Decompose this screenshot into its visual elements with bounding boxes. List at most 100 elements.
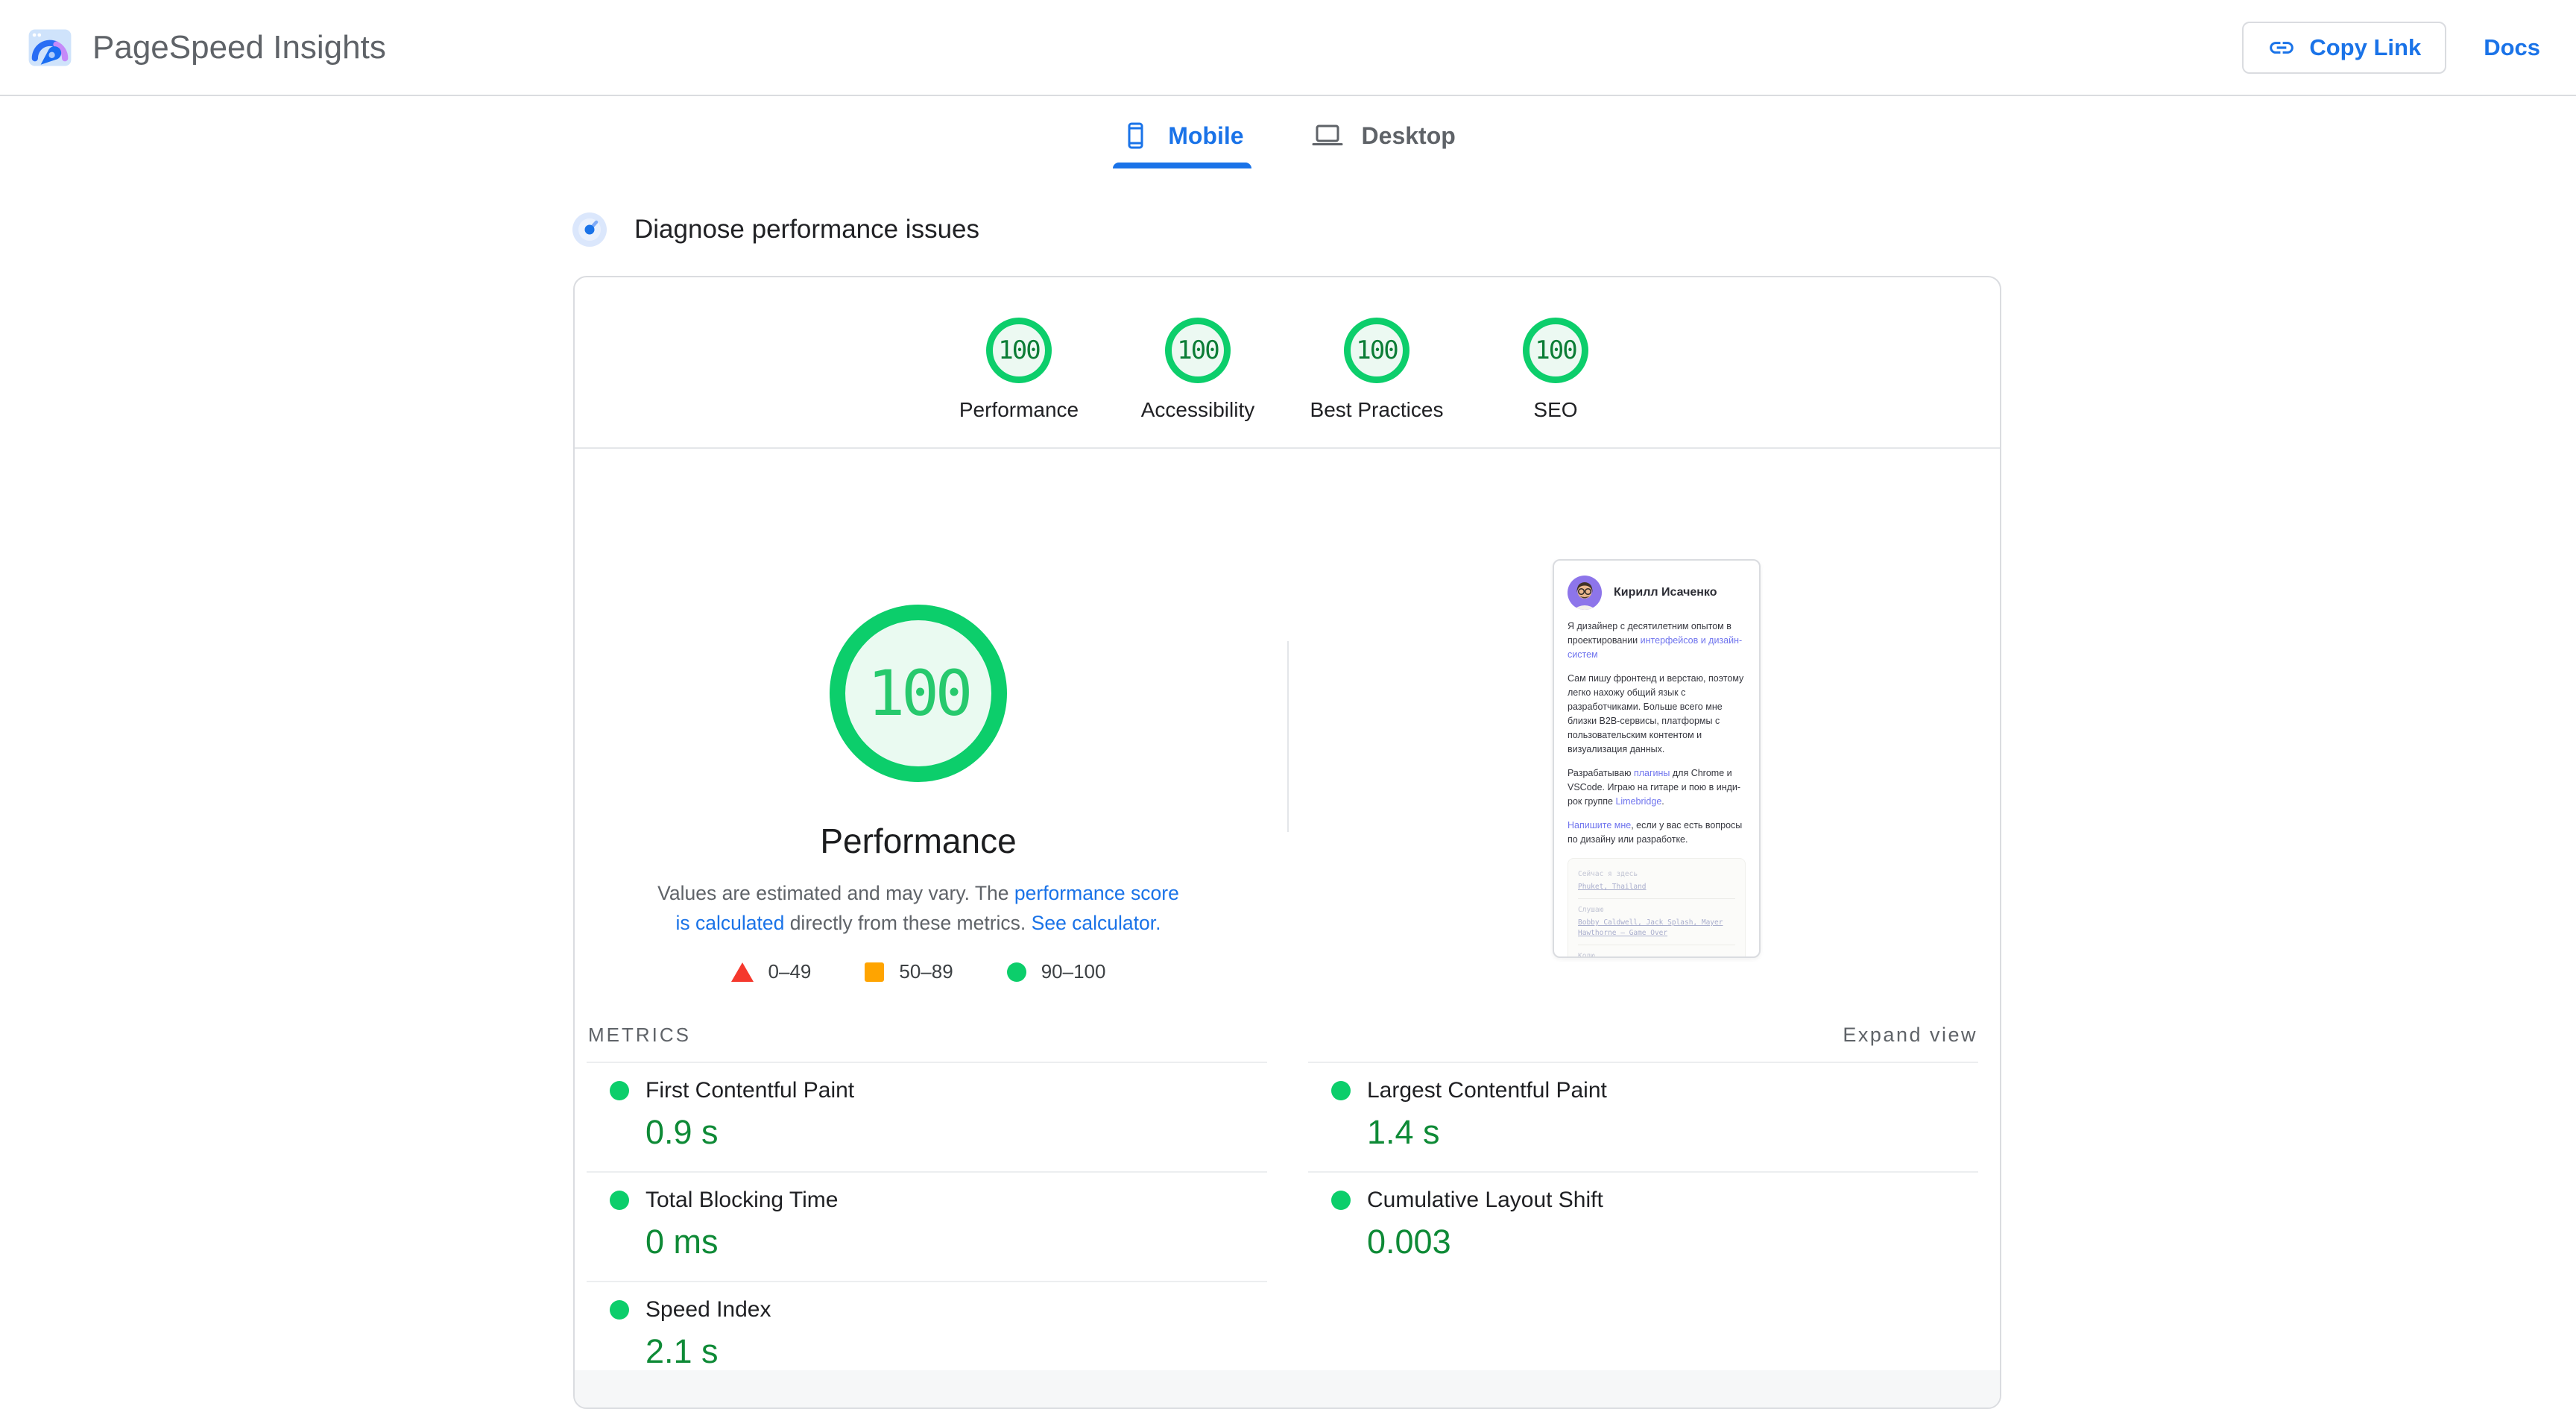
category-best-practices[interactable]: 100 Best Practices — [1287, 318, 1466, 447]
page-title: PageSpeed Insights — [92, 29, 386, 66]
metrics-column-left: First Contentful Paint 0.9 s Total Block… — [587, 1062, 1267, 1390]
legend-item-pass: 90–100 — [1007, 960, 1106, 983]
metric-label: Largest Contentful Paint — [1367, 1078, 1607, 1103]
preview-link: Limebridge — [1615, 796, 1661, 807]
metrics-column-right: Largest Contentful Paint 1.4 s Cumulativ… — [1308, 1062, 1978, 1390]
preview-profile-header: Кирилл Исаченко — [1568, 576, 1746, 610]
speedometer-icon — [572, 212, 607, 248]
tab-mobile[interactable]: Mobile — [1113, 112, 1251, 168]
orange-square-icon — [865, 962, 884, 982]
legend-range: 90–100 — [1041, 960, 1106, 983]
info-label: Сейчас я здесь — [1578, 869, 1735, 880]
metric-name-row: Cumulative Layout Shift — [1308, 1188, 1978, 1213]
preview-link: Напишите мне — [1568, 820, 1631, 830]
metrics-header-row: METRICS Expand view — [588, 1024, 1977, 1047]
category-label: Accessibility — [1108, 398, 1287, 422]
preview-link: плагины — [1634, 768, 1670, 778]
info-value: Bobby Caldwell, Jack Splash, Mayer Hawth… — [1578, 918, 1735, 939]
copy-link-button[interactable]: Copy Link — [2242, 22, 2446, 74]
diagnose-section-header: Diagnose performance issues — [572, 212, 979, 248]
score-value: 100 — [998, 335, 1039, 365]
metrics-heading: METRICS — [588, 1024, 691, 1047]
metric-name-row: First Contentful Paint — [587, 1078, 1267, 1103]
metric-value: 0.9 s — [645, 1113, 1267, 1152]
metric-cumulative-layout-shift: Cumulative Layout Shift 0.003 — [1308, 1171, 1978, 1281]
category-label: SEO — [1466, 398, 1645, 422]
metric-value: 0.003 — [1367, 1223, 1978, 1261]
category-label: Performance — [929, 398, 1108, 422]
expand-view-link[interactable]: Expand view — [1843, 1024, 1977, 1047]
tab-mobile-label: Mobile — [1168, 122, 1243, 150]
page-screenshot-preview[interactable]: Кирилл Исаченко Я дизайнер с десятилетни… — [1553, 559, 1761, 958]
info-label: Слушаю — [1578, 905, 1735, 915]
metric-label: Cumulative Layout Shift — [1367, 1188, 1603, 1213]
vertical-divider — [1287, 641, 1289, 832]
metric-value: 2.1 s — [645, 1332, 1267, 1371]
category-performance[interactable]: 100 Performance — [929, 318, 1108, 447]
legend-item-fail: 0–49 — [731, 960, 812, 983]
report-card: 100 Performance 100 Accessibility 100 Be… — [573, 276, 2001, 1409]
app-header: PageSpeed Insights Copy Link Docs — [0, 0, 2576, 96]
device-tabs: Mobile Desktop — [0, 112, 2576, 168]
avatar — [1568, 576, 1602, 610]
score-circle: 100 — [1344, 318, 1409, 383]
category-seo[interactable]: 100 SEO — [1466, 318, 1645, 447]
tab-desktop[interactable]: Desktop — [1304, 112, 1463, 168]
preview-paragraph-3: Разрабатываю плагины для Chrome и VSCode… — [1568, 766, 1746, 809]
preview-paragraph-2: Сам пишу фронтенд и верстаю, поэтому лег… — [1568, 672, 1746, 757]
performance-gauge: 100 — [830, 605, 1007, 782]
preview-info-box: Сейчас я здесь Phuket, Thailand Слушаю B… — [1568, 858, 1746, 958]
metric-label: First Contentful Paint — [645, 1078, 854, 1103]
info-entry-coding: Кодю 31 hrs 56 mins / 7 days — [1578, 945, 1735, 958]
metrics-grid: First Contentful Paint 0.9 s Total Block… — [587, 1062, 1978, 1390]
preview-profile-name: Кирилл Исаченко — [1614, 586, 1717, 599]
metric-name-row: Speed Index — [587, 1297, 1267, 1323]
preview-paragraph-4: Напишите мне, если у вас есть вопросы по… — [1568, 819, 1746, 847]
mobile-phone-icon — [1120, 121, 1150, 151]
green-dot-icon — [610, 1191, 629, 1210]
docs-link[interactable]: Docs — [2484, 34, 2540, 61]
metric-label: Speed Index — [645, 1297, 771, 1323]
info-entry-listening: Слушаю Bobby Caldwell, Jack Splash, Maye… — [1578, 899, 1735, 945]
next-section-edge — [575, 1370, 2000, 1409]
info-entry-location: Сейчас я здесь Phuket, Thailand — [1578, 863, 1735, 899]
tab-desktop-label: Desktop — [1362, 122, 1456, 150]
legend-range: 0–49 — [768, 960, 812, 983]
preview-paragraph-1: Я дизайнер с десятилетним опытом в проек… — [1568, 620, 1746, 662]
legend-item-average: 50–89 — [865, 960, 953, 983]
info-label: Кодю — [1578, 951, 1735, 958]
metric-name-row: Total Blocking Time — [587, 1188, 1267, 1213]
performance-gauge-score: 100 — [868, 657, 970, 730]
green-dot-icon — [1331, 1081, 1351, 1100]
metric-largest-contentful-paint: Largest Contentful Paint 1.4 s — [1308, 1062, 1978, 1171]
green-dot-icon — [610, 1300, 629, 1320]
category-label: Best Practices — [1287, 398, 1466, 422]
score-value: 100 — [1356, 335, 1397, 365]
score-circle: 100 — [986, 318, 1052, 383]
pagespeed-logo-icon — [27, 25, 73, 71]
score-value: 100 — [1535, 335, 1576, 365]
green-dot-icon — [610, 1081, 629, 1100]
legend-range: 50–89 — [899, 960, 953, 983]
category-scores-row: 100 Performance 100 Accessibility 100 Be… — [575, 277, 2000, 449]
metric-value: 1.4 s — [1367, 1113, 1978, 1152]
performance-heading: Performance — [575, 821, 1262, 861]
disclaimer-text-2: directly from these metrics. — [784, 912, 1031, 934]
metric-label: Total Blocking Time — [645, 1188, 838, 1213]
score-disclaimer: Values are estimated and may vary. The p… — [654, 878, 1183, 938]
info-value: Phuket, Thailand — [1578, 882, 1735, 892]
score-circle: 100 — [1523, 318, 1588, 383]
metric-name-row: Largest Contentful Paint — [1308, 1078, 1978, 1103]
see-calculator-link[interactable]: See calculator. — [1032, 912, 1161, 934]
link-icon — [2267, 34, 2296, 62]
category-accessibility[interactable]: 100 Accessibility — [1108, 318, 1287, 447]
disclaimer-text-1: Values are estimated and may vary. The — [657, 882, 1014, 904]
preview-text: Разрабатываю — [1568, 768, 1634, 778]
metric-value: 0 ms — [645, 1223, 1267, 1261]
score-legend: 0–49 50–89 90–100 — [575, 960, 1262, 983]
red-triangle-icon — [731, 962, 754, 982]
metric-total-blocking-time: Total Blocking Time 0 ms — [587, 1171, 1267, 1281]
preview-text: . — [1661, 796, 1664, 807]
desktop-laptop-icon — [1311, 121, 1344, 151]
score-value: 100 — [1177, 335, 1218, 365]
